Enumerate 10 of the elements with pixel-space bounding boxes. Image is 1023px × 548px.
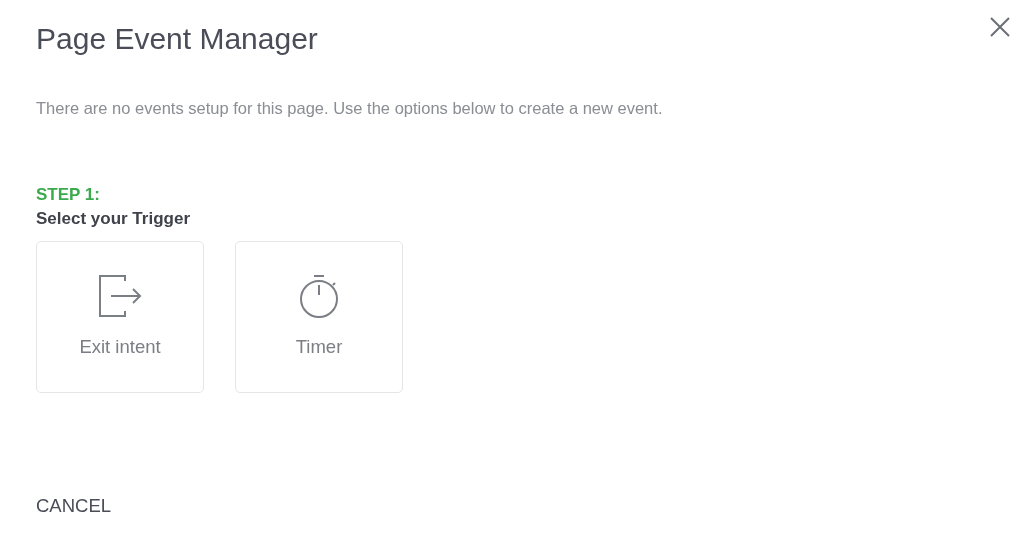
step-label: STEP 1: <box>36 183 101 206</box>
dialog-title: Page Event Manager <box>36 21 319 57</box>
cancel-button[interactable]: CANCEL <box>36 492 112 520</box>
close-icon <box>989 15 1011 38</box>
trigger-option[interactable]: Timer <box>235 240 403 393</box>
stopwatch-icon <box>299 272 339 319</box>
exit-icon <box>97 272 143 319</box>
step-heading: Select your Trigger <box>36 207 191 230</box>
trigger-option[interactable]: Exit intent <box>36 240 204 393</box>
description-text: There are no events setup for this page. Use the options below to create a new event. <box>36 98 664 119</box>
